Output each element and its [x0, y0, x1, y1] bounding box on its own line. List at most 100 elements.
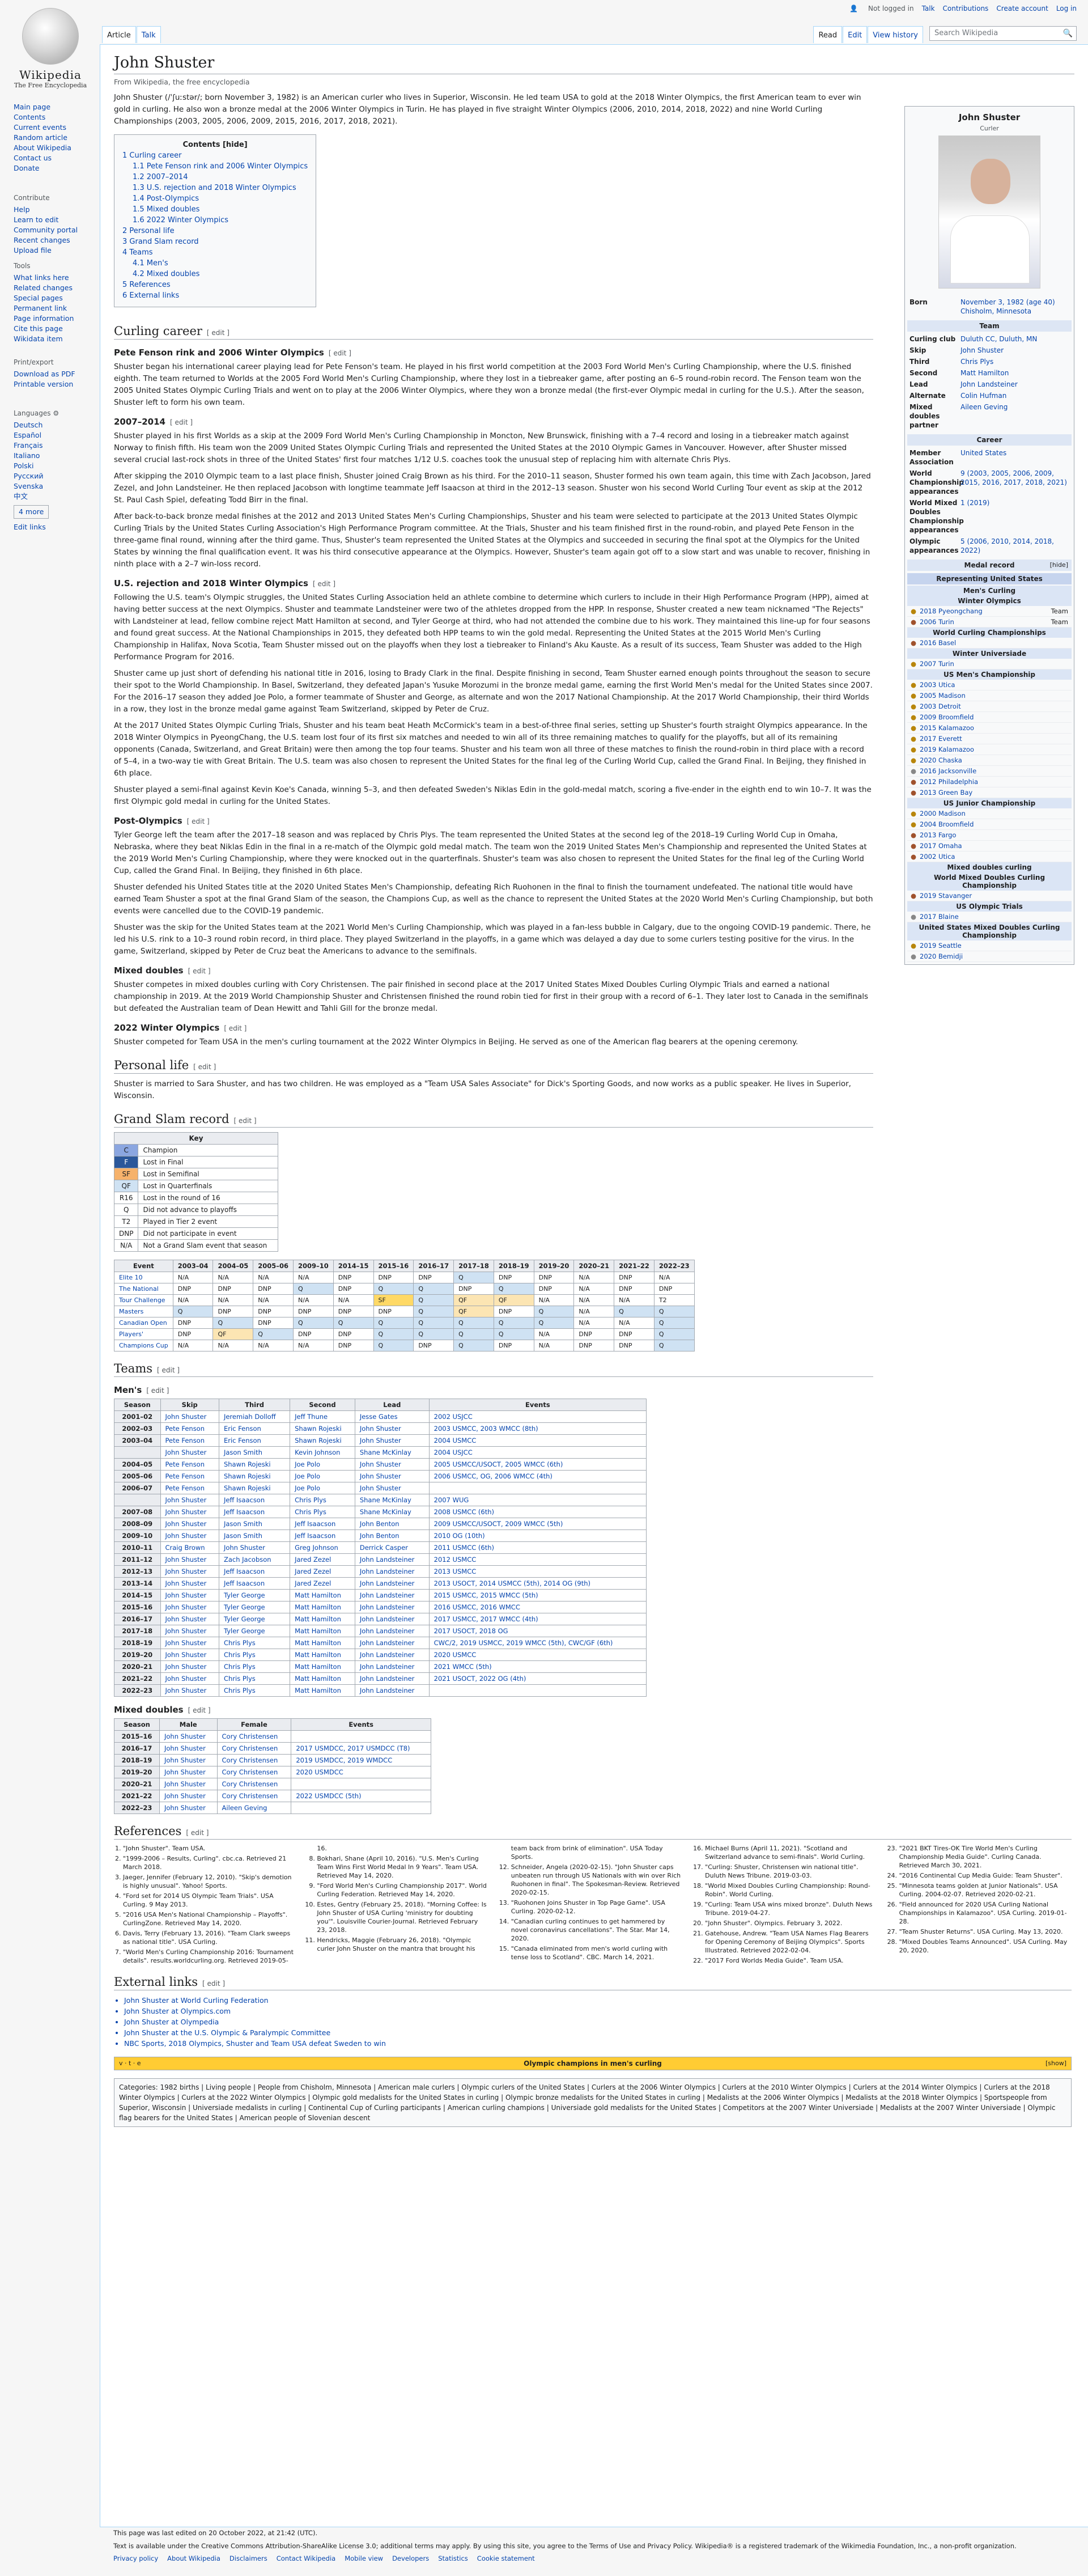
- team-cell[interactable]: Jeremiah Dolloff: [218, 1410, 291, 1423]
- sidebar-item[interactable]: Recent changes: [14, 235, 78, 245]
- infobox-value[interactable]: 1 (2019): [960, 498, 989, 535]
- team-cell[interactable]: John Benton: [354, 1530, 430, 1542]
- team-cell[interactable]: Pete Fenson: [160, 1434, 219, 1447]
- team-cell[interactable]: Jeff Isaacson: [290, 1518, 355, 1530]
- team-cell[interactable]: John Shuster: [160, 1506, 219, 1518]
- team-cell[interactable]: 2004 USJCC: [428, 1446, 647, 1459]
- team-cell[interactable]: Shane McKinlay: [354, 1506, 430, 1518]
- gs-event-name[interactable]: Canadian Open: [114, 1317, 173, 1329]
- team-cell[interactable]: Tyler George: [218, 1601, 291, 1613]
- team-cell[interactable]: John Shuster: [159, 1766, 218, 1778]
- external-link[interactable]: John Shuster at the U.S. Olympic & Paral…: [124, 2027, 1072, 2038]
- sidebar-item[interactable]: Page information: [14, 313, 74, 324]
- sidebar-item[interactable]: Community portal: [14, 225, 78, 235]
- team-cell[interactable]: John Landsteiner: [354, 1672, 430, 1685]
- reference-item[interactable]: Estes, Gentry (February 25, 2018). "Morn…: [317, 1900, 489, 1934]
- team-cell[interactable]: Joe Polo: [290, 1470, 355, 1482]
- medal-event[interactable]: 2016 Jacksonville: [920, 767, 1068, 775]
- external-link[interactable]: John Shuster at World Curling Federation: [124, 1995, 1072, 2006]
- toc-item[interactable]: 2 Personal life: [122, 226, 308, 236]
- reference-item[interactable]: Schneider, Angela (2020-02-15). "John Sh…: [511, 1863, 683, 1897]
- team-cell[interactable]: Tyler George: [218, 1625, 291, 1637]
- external-link[interactable]: NBC Sports, 2018 Olympics, Shuster and T…: [124, 2038, 1072, 2049]
- team-cell[interactable]: 2015 USMCC, 2015 WMCC (5th): [428, 1589, 647, 1601]
- external-link[interactable]: John Shuster at Olympics.com: [124, 2006, 1072, 2016]
- medal-event[interactable]: 2000 Madison: [920, 810, 1068, 817]
- gear-icon[interactable]: ⚙: [53, 409, 59, 417]
- reference-item[interactable]: Davis, Terry (February 13, 2016). "Team …: [123, 1929, 295, 1946]
- sidebar-item[interactable]: Learn to edit: [14, 215, 78, 225]
- toc-item[interactable]: 4.2 Mixed doubles: [133, 269, 308, 279]
- more-languages-button[interactable]: 4 more: [14, 505, 49, 519]
- team-cell[interactable]: 2010 OG (10th): [428, 1530, 647, 1542]
- wikipedia-logo[interactable]: Wikipedia The Free Encyclopedia: [8, 3, 93, 89]
- team-cell[interactable]: Cory Christensen: [216, 1742, 292, 1755]
- team-cell[interactable]: 2013 USOCT, 2014 USMCC (5th), 2014 OG (9…: [428, 1577, 647, 1590]
- medal-event[interactable]: 2003 Detroit: [920, 702, 1068, 710]
- medal-hide-button[interactable]: [hide]: [1050, 561, 1068, 569]
- team-cell[interactable]: Greg Johnson: [290, 1541, 355, 1554]
- medal-event[interactable]: 2016 Basel: [920, 639, 1068, 647]
- team-cell[interactable]: John Shuster: [159, 1742, 218, 1755]
- team-cell[interactable]: 2013 USMCC: [428, 1565, 647, 1578]
- team-cell[interactable]: Shawn Rojeski: [290, 1434, 355, 1447]
- team-cell[interactable]: John Landsteiner: [354, 1625, 430, 1637]
- team-cell[interactable]: John Shuster: [160, 1601, 219, 1613]
- team-cell[interactable]: Chris Plys: [218, 1672, 291, 1685]
- reference-item[interactable]: "Curling: Team USA wins mixed bronze". D…: [705, 1900, 877, 1917]
- medal-event[interactable]: 2002 Utica: [920, 853, 1068, 861]
- sidebar-item[interactable]: What links here: [14, 273, 74, 283]
- team-cell[interactable]: John Shuster: [159, 1778, 218, 1790]
- language-link[interactable]: Français: [14, 440, 59, 451]
- sidebar-item[interactable]: Contents: [14, 112, 71, 122]
- team-cell[interactable]: John Shuster: [160, 1565, 219, 1578]
- edit-link[interactable]: [ edit ]: [224, 1024, 246, 1032]
- edit-link[interactable]: [ edit ]: [193, 1063, 216, 1071]
- team-cell[interactable]: Shawn Rojeski: [218, 1458, 291, 1471]
- team-cell[interactable]: John Shuster: [160, 1637, 219, 1649]
- team-cell[interactable]: Cory Christensen: [216, 1778, 292, 1790]
- edit-link[interactable]: [ edit ]: [170, 418, 193, 426]
- team-cell[interactable]: Chris Plys: [218, 1660, 291, 1673]
- team-cell[interactable]: John Landsteiner: [354, 1577, 430, 1590]
- team-cell[interactable]: [428, 1482, 647, 1494]
- sidebar-item[interactable]: About Wikipedia: [14, 143, 71, 153]
- toc-item[interactable]: 1.3 U.S. rejection and 2018 Winter Olymp…: [133, 183, 308, 193]
- toc-item[interactable]: 3 Grand Slam record: [122, 236, 308, 247]
- team-cell[interactable]: John Shuster: [160, 1684, 219, 1697]
- infobox-value[interactable]: Chris Plys: [960, 357, 993, 366]
- user-link[interactable]: Talk: [922, 5, 935, 12]
- medal-event[interactable]: 2009 Broomfield: [920, 713, 1068, 721]
- language-link[interactable]: Español: [14, 430, 59, 440]
- reference-item[interactable]: "2017 Ford Worlds Media Guide". Team USA…: [705, 1956, 877, 1965]
- tab-article[interactable]: Article: [102, 26, 136, 43]
- team-cell[interactable]: 2019 USMDCC, 2019 WMDCC: [291, 1754, 431, 1766]
- medal-event[interactable]: 2020 Chaska: [920, 756, 1068, 764]
- team-cell[interactable]: John Shuster: [160, 1625, 219, 1637]
- team-cell[interactable]: 2007 WUG: [428, 1494, 647, 1506]
- footer-link[interactable]: Developers: [392, 2554, 429, 2562]
- edit-link[interactable]: [ edit ]: [188, 1706, 211, 1714]
- medal-event[interactable]: 2013 Fargo: [920, 831, 1068, 839]
- category-links[interactable]: Categories: 1982 births | Living people …: [114, 2078, 1072, 2127]
- medal-event[interactable]: 2017 Omaha: [920, 842, 1068, 850]
- team-cell[interactable]: Jason Smith: [218, 1518, 291, 1530]
- reference-item[interactable]: "2016 USA Men's National Championship – …: [123, 1910, 295, 1927]
- reference-item[interactable]: "Team Shuster Returns". USA Curling. May…: [899, 1927, 1072, 1936]
- team-cell[interactable]: John Landsteiner: [354, 1684, 430, 1697]
- team-cell[interactable]: John Shuster: [160, 1649, 219, 1661]
- team-cell[interactable]: John Landsteiner: [354, 1565, 430, 1578]
- sidebar-item[interactable]: Download as PDF: [14, 369, 75, 379]
- team-cell[interactable]: Matt Hamilton: [290, 1589, 355, 1601]
- toc-item[interactable]: 4.1 Men's: [133, 258, 308, 269]
- sidebar-item[interactable]: Help: [14, 205, 78, 215]
- team-cell[interactable]: Shane McKinlay: [354, 1446, 430, 1459]
- team-cell[interactable]: Jeff Isaacson: [218, 1577, 291, 1590]
- medal-event[interactable]: 2018 Pyeongchang: [920, 607, 1051, 615]
- team-cell[interactable]: 2020 USMDCC: [291, 1766, 431, 1778]
- team-cell[interactable]: John Shuster: [160, 1553, 219, 1566]
- sidebar-item[interactable]: Main page: [14, 102, 71, 112]
- medal-event[interactable]: 2004 Broomfield: [920, 820, 1068, 828]
- toc-item[interactable]: 4 Teams: [122, 247, 308, 258]
- team-cell[interactable]: 2009 USMCC/USOCT, 2009 WMCC (5th): [428, 1518, 647, 1530]
